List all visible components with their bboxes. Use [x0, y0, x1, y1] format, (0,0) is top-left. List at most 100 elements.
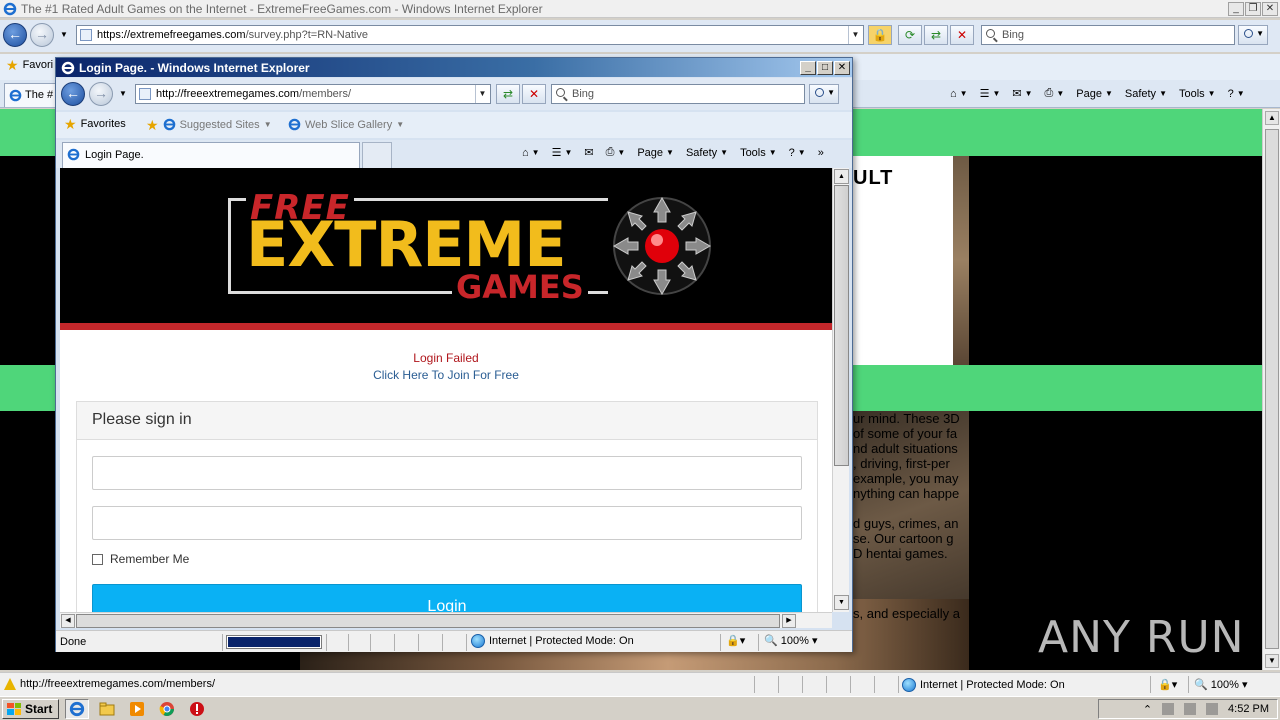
search-button[interactable]: ▼ [1238, 25, 1268, 45]
login-popup-window: Login Page. - Windows Internet Explorer … [55, 57, 853, 652]
popup-page-menu[interactable]: Page ▼ [637, 147, 674, 159]
scroll-thumb[interactable] [1265, 129, 1279, 649]
minimize-button[interactable]: _ [1228, 1, 1244, 16]
popup-address-input[interactable]: http://freeextremegames.com/members/ ▼ [135, 84, 491, 104]
lock-icon[interactable]: 🔒 [868, 25, 892, 45]
scroll-up-button[interactable]: ▲ [834, 169, 849, 184]
bg-vertical-scrollbar[interactable]: ▲ ▼ [1262, 109, 1280, 670]
popup-favorites-button[interactable]: ★ Favorites [64, 117, 126, 131]
popup-forward-button[interactable]: → [89, 82, 113, 106]
popup-search-button[interactable]: ▼ [809, 84, 839, 104]
tray-volume-icon[interactable] [1184, 703, 1197, 715]
popup-minimize-button[interactable]: _ [800, 60, 816, 75]
new-tab-button[interactable] [362, 142, 392, 168]
scroll-down-button[interactable]: ▼ [834, 595, 849, 610]
help-icon[interactable]: ? ▼ [1228, 88, 1245, 100]
stop-icon[interactable]: ✕ [950, 25, 974, 45]
address-host: https://extremefreegames.com [97, 29, 246, 41]
refresh-icon[interactable]: ⇄ [924, 25, 948, 45]
suggested-sites-link[interactable]: ★ Suggested Sites ▼ [146, 118, 272, 132]
popup-address-host: http://freeextremegames.com [156, 88, 300, 100]
feeds-icon[interactable]: ☰ ▼ [980, 87, 1001, 100]
forward-button[interactable]: → [30, 23, 54, 47]
scroll-right-button[interactable]: ▶ [782, 614, 796, 628]
favorites-label: Favorites [80, 118, 126, 130]
chevron-more-icon[interactable]: » [818, 147, 824, 159]
status-zone[interactable]: Internet | Protected Mode: On [902, 678, 1065, 692]
scroll-left-button[interactable]: ◀ [61, 614, 75, 628]
zoom-label: 100% [1210, 679, 1239, 691]
print-icon[interactable]: ⎙ ▼ [1045, 87, 1065, 100]
join-for-free-link[interactable]: Click Here To Join For Free [60, 368, 832, 382]
taskbar-opera-icon[interactable] [185, 699, 209, 719]
popup-horizontal-scrollbar[interactable]: ◀ ▶ [60, 612, 832, 628]
scroll-thumb[interactable] [834, 185, 849, 466]
globe-icon [902, 678, 916, 692]
recent-pages-dropdown[interactable]: ▼ [60, 30, 68, 39]
bg-tab[interactable]: The # [4, 83, 56, 107]
taskbar-explorer-icon[interactable] [95, 699, 119, 719]
help-icon[interactable]: ? ▼ [789, 147, 806, 159]
protected-mode-icon[interactable]: 🔒▾ [1158, 678, 1177, 691]
remember-me-checkbox[interactable] [92, 553, 103, 565]
popup-search-input[interactable]: Bing [551, 84, 805, 104]
popup-vertical-scrollbar[interactable]: ▲ ▼ [832, 168, 849, 612]
password-field[interactable] [92, 506, 802, 540]
popup-status-zone[interactable]: Internet | Protected Mode: On [471, 634, 634, 648]
taskbar-media-player-icon[interactable] [125, 699, 149, 719]
paragraph-line [853, 501, 969, 516]
popup-tab[interactable]: Login Page. [62, 142, 360, 168]
tray-flag-icon[interactable] [1206, 703, 1219, 715]
popup-address-row: ← → ▼ http://freeextremegames.com/member… [56, 78, 852, 110]
popup-maximize-button[interactable]: □ [817, 60, 833, 75]
close-button[interactable]: ✕ [1262, 1, 1278, 16]
page-menu[interactable]: Page ▼ [1076, 88, 1113, 100]
zoom-control[interactable]: 🔍 100% ▾ [1194, 678, 1247, 691]
popup-refresh-icon[interactable]: ⇄ [496, 84, 520, 104]
compat-view-icon[interactable]: ⟳ [898, 25, 922, 45]
back-button[interactable]: ← [3, 23, 27, 47]
popup-safety-menu[interactable]: Safety ▼ [686, 147, 728, 159]
feeds-icon[interactable]: ☰ ▼ [552, 146, 573, 159]
taskbar-ie-icon[interactable] [65, 698, 90, 719]
popup-recent-dropdown[interactable]: ▼ [119, 89, 127, 98]
ie-icon [67, 148, 80, 161]
home-icon[interactable]: ⌂ ▼ [522, 147, 540, 159]
taskbar-chrome-icon[interactable] [155, 699, 179, 719]
bg-status-bar: http://freeextremegames.com/members/ Int… [0, 672, 1280, 696]
popup-status-bar: Done Internet | Protected Mode: On 🔒▾ 🔍 … [56, 630, 852, 652]
popup-close-button[interactable]: ✕ [834, 60, 850, 75]
popup-title: Login Page. - Windows Internet Explorer [79, 60, 310, 75]
bg-favorites-button[interactable]: ★ Favori [6, 58, 53, 72]
web-slice-gallery-link[interactable]: Web Slice Gallery ▼ [288, 118, 404, 131]
tools-menu[interactable]: Tools ▼ [1179, 88, 1216, 100]
mail-icon[interactable]: ✉ ▼ [1012, 87, 1032, 100]
restore-button[interactable]: ❐ [1245, 1, 1261, 16]
search-icon [556, 88, 565, 97]
scroll-up-button[interactable]: ▲ [1265, 111, 1279, 125]
tray-expand-icon[interactable]: ⌃ [1143, 703, 1152, 716]
popup-tab-row: Login Page. ⌂ ▼ ☰ ▼ ✉ ⎙ ▼ Page ▼ Safety ▼ Too… [56, 140, 852, 168]
username-field[interactable] [92, 456, 802, 490]
popup-zoom-control[interactable]: 🔍 100% ▾ [764, 634, 817, 647]
start-button[interactable]: Start [2, 698, 60, 719]
mail-icon[interactable]: ✉ [584, 146, 593, 159]
scroll-down-button[interactable]: ▼ [1265, 654, 1279, 668]
popup-address-dropdown[interactable]: ▼ [475, 85, 489, 103]
bg-address-input[interactable]: https://extremefreegames.com/survey.php?… [76, 25, 864, 45]
popup-back-button[interactable]: ← [61, 82, 85, 106]
login-button[interactable]: Login [92, 584, 802, 612]
safety-menu[interactable]: Safety ▼ [1125, 88, 1167, 100]
popup-tools-menu[interactable]: Tools ▼ [740, 147, 777, 159]
horizontal-scroll-thumb[interactable] [76, 614, 780, 628]
tray-network-icon[interactable] [1162, 703, 1175, 715]
taskbar: Start ⌃ 4:52 PM [0, 696, 1280, 720]
popup-stop-icon[interactable]: ✕ [522, 84, 546, 104]
print-icon[interactable]: ⎙ ▼ [606, 146, 626, 159]
home-icon[interactable]: ⌂ ▼ [950, 88, 968, 100]
address-dropdown[interactable]: ▼ [848, 26, 862, 44]
protected-mode-icon[interactable]: 🔒▾ [726, 634, 745, 647]
bg-search-input[interactable]: Bing [981, 25, 1235, 45]
clock[interactable]: 4:52 PM [1228, 703, 1269, 715]
page-load-progress [226, 635, 322, 649]
